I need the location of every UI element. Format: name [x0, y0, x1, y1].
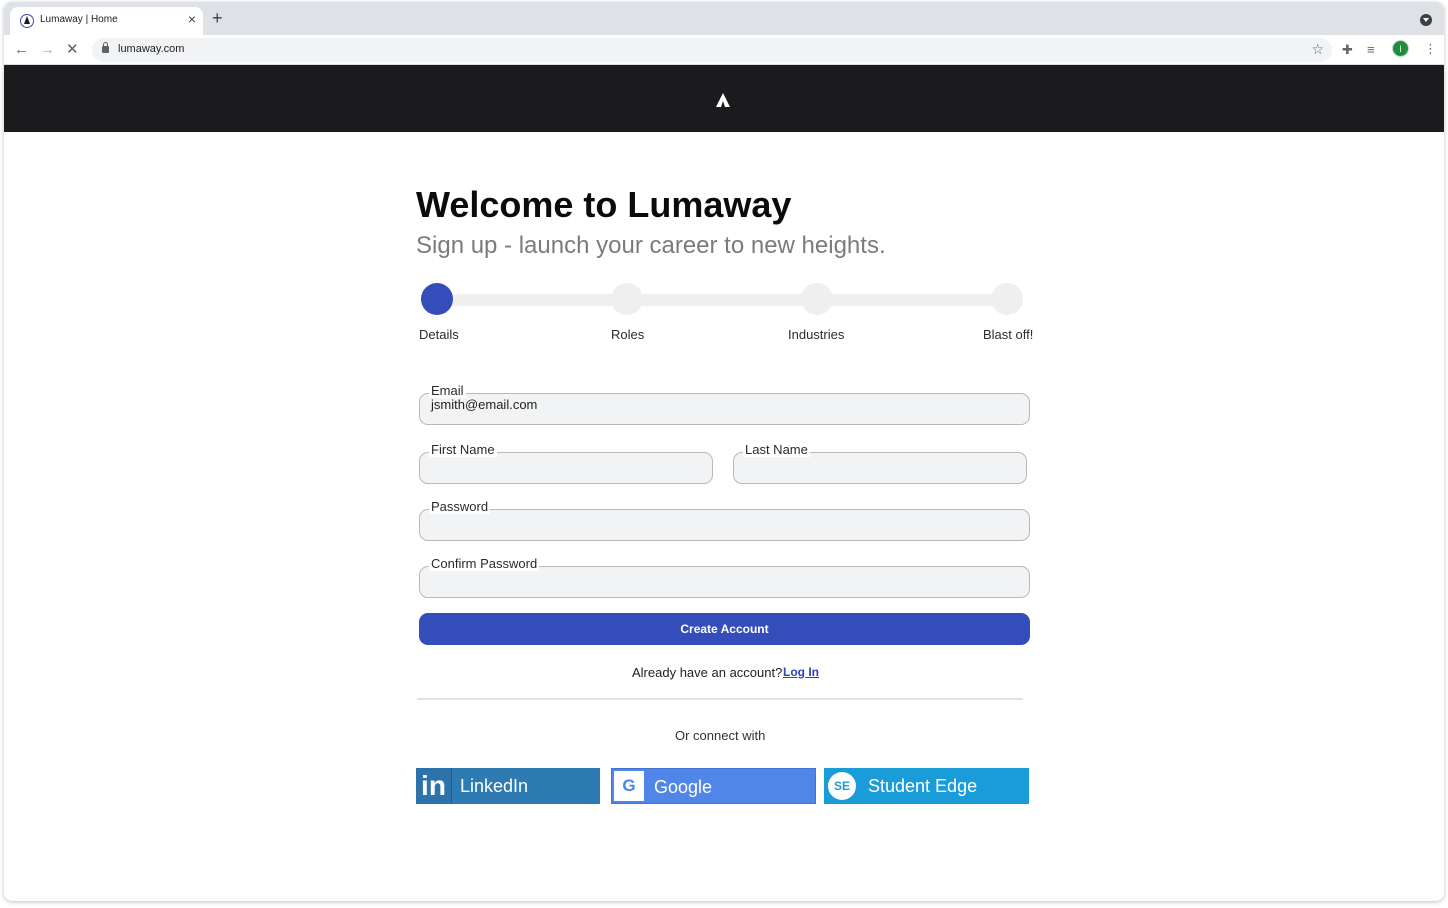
step-label-industries: Industries	[788, 327, 845, 342]
progress-track	[436, 294, 1006, 306]
password-label: Password	[429, 499, 491, 514]
url-text[interactable]: lumaway.com	[118, 43, 184, 55]
confirm-password-label: Confirm Password	[429, 556, 540, 571]
browser-tab[interactable]: Lumaway | Home ×	[10, 7, 203, 35]
connect-with-heading: Or connect with	[675, 728, 766, 743]
tab-search-icon[interactable]	[1420, 14, 1432, 26]
step-label-blast-off: Blast off!	[983, 327, 1034, 342]
page-title: Welcome to Lumaway	[416, 184, 792, 225]
browser-menu-icon[interactable]: ⋮	[1424, 41, 1437, 57]
step-label-roles: Roles	[611, 327, 645, 342]
media-queue-icon[interactable]: ≡	[1367, 42, 1375, 58]
site-header	[4, 65, 1444, 132]
back-arrow-icon[interactable]: ←	[14, 40, 29, 60]
email-value[interactable]: jsmith@email.com	[431, 397, 537, 412]
step-dot-blast-off	[991, 283, 1023, 315]
student-edge-button[interactable]: SE Student Edge	[824, 768, 1029, 804]
password-field[interactable]: Password	[419, 500, 1030, 541]
google-icon: G	[614, 771, 644, 801]
forward-arrow-icon[interactable]: →	[40, 40, 55, 60]
already-have-account-text: Already have an account?	[632, 665, 783, 680]
linkedin-label: LinkedIn	[460, 776, 529, 796]
step-dot-industries	[801, 283, 833, 315]
tab-title: Lumaway | Home	[40, 14, 118, 25]
step-label-details: Details	[419, 327, 459, 342]
stop-loading-icon[interactable]: ✕	[66, 40, 79, 60]
last-name-label: Last Name	[743, 442, 810, 457]
new-tab-button[interactable]: +	[212, 8, 223, 28]
student-edge-label: Student Edge	[868, 776, 978, 796]
lumaway-favicon-icon	[20, 14, 34, 28]
linkedin-button[interactable]: in LinkedIn	[416, 768, 600, 804]
confirm-password-field[interactable]: Confirm Password	[419, 557, 1030, 598]
tab-strip: Lumaway | Home × +	[4, 2, 1444, 35]
divider	[417, 698, 1023, 700]
first-name-label: First Name	[429, 442, 497, 457]
browser-window: Lumaway | Home × + ← → ✕ lumaway.com ☆ ✚…	[4, 2, 1444, 901]
email-field[interactable]: Email jsmith@email.com	[419, 384, 1030, 425]
profile-avatar[interactable]: I	[1392, 40, 1409, 57]
google-label: Google	[654, 777, 713, 797]
close-tab-icon[interactable]: ×	[188, 12, 196, 26]
lock-icon	[102, 42, 109, 53]
log-in-link[interactable]: Log In	[783, 665, 819, 679]
lumaway-logo-icon[interactable]	[716, 93, 730, 107]
student-edge-icon: SE	[828, 772, 856, 800]
create-account-button[interactable]: Create Account	[419, 613, 1030, 645]
google-button[interactable]: G Google	[611, 768, 816, 804]
bookmark-star-icon[interactable]: ☆	[1311, 41, 1324, 58]
address-bar[interactable]: lumaway.com ☆	[92, 38, 1332, 62]
signup-content: Welcome to Lumaway Sign up - launch your…	[4, 132, 1444, 901]
last-name-field[interactable]: Last Name	[733, 443, 1027, 484]
first-name-field[interactable]: First Name	[419, 443, 713, 484]
extensions-puzzle-icon[interactable]: ✚	[1342, 42, 1353, 58]
step-dot-roles	[611, 283, 643, 315]
browser-toolbar: ← → ✕ lumaway.com ☆ ✚ ≡ I ⋮	[4, 35, 1444, 65]
page-subtitle: Sign up - launch your career to new heig…	[416, 232, 886, 259]
step-dot-details	[421, 283, 453, 315]
email-label: Email	[429, 383, 466, 398]
linkedin-icon: in	[416, 768, 452, 804]
